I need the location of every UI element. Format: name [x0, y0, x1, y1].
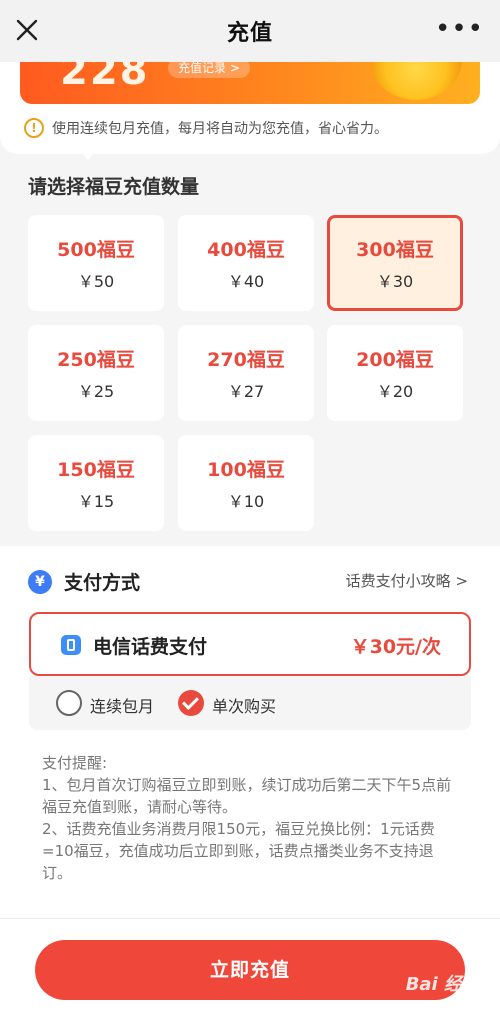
notes-title: 支付提醒: — [42, 754, 108, 772]
phone-bill-icon — [61, 635, 81, 655]
single-purchase-radio-checked[interactable] — [178, 690, 204, 716]
notes-line: 2、话费充值业务消费月限150元，福豆兑换比例：1元话费=10福豆，充值成功后立… — [42, 820, 435, 882]
tip-text: 使用连续包月充值，每月将自动为您充值，省心省力。 — [52, 121, 388, 137]
more-dots-icon[interactable]: ••• — [435, 16, 484, 42]
package-option[interactable]: 400福豆 ￥40 — [178, 215, 314, 311]
tooltip-notch — [80, 150, 96, 160]
package-name: 250福豆 — [57, 348, 135, 371]
package-name: 200福豆 — [356, 348, 434, 371]
close-icon[interactable] — [14, 17, 40, 43]
package-option[interactable]: 250福豆 ￥25 — [28, 325, 164, 421]
payment-header: ¥ 支付方式 — [28, 568, 140, 595]
payment-title: 支付方式 — [64, 572, 141, 594]
package-name: 500福豆 — [57, 238, 135, 261]
monthly-label[interactable]: 连续包月 — [90, 693, 154, 717]
package-section-title: 请选择福豆充值数量 — [28, 176, 200, 198]
package-option[interactable]: 270福豆 ￥27 — [178, 325, 314, 421]
payment-notes: 支付提醒: 1、包月首次订购福豆立即到账，续订成功后第二天下午5点前福豆充值到账… — [42, 752, 462, 884]
package-name: 400福豆 — [207, 238, 285, 261]
package-name: 100福豆 — [207, 458, 285, 481]
package-option[interactable]: 150福豆 ￥15 — [28, 435, 164, 531]
single-purchase-label[interactable]: 单次购买 — [212, 693, 276, 717]
payment-guide-link[interactable]: 话费支付小攻略 > — [346, 570, 468, 591]
payment-option-label: 电信话费支付 — [93, 636, 208, 658]
package-option[interactable]: 200福豆 ￥20 — [327, 325, 463, 421]
package-name: 150福豆 — [57, 458, 135, 481]
monthly-radio[interactable] — [56, 690, 82, 716]
package-price: ￥20 — [376, 381, 414, 401]
package-price: ￥30 — [376, 271, 414, 291]
page-title: 充值 — [226, 21, 273, 46]
banner-number: 228 — [60, 62, 150, 94]
package-price: ￥25 — [77, 381, 115, 401]
package-price: ￥10 — [227, 491, 265, 511]
package-option[interactable]: 100福豆 ￥10 — [178, 435, 314, 531]
exclamation-icon: ! — [24, 118, 44, 138]
auto-recharge-tip: ! 使用连续包月充值，每月将自动为您充值，省心省力。 — [24, 118, 388, 138]
yen-icon: ¥ — [28, 569, 52, 594]
package-name: 300福豆 — [356, 238, 434, 261]
package-price: ￥40 — [227, 271, 265, 291]
promo-banner[interactable]: 228 充值记录 > — [20, 62, 480, 104]
package-price: ￥27 — [227, 381, 265, 401]
coin-illustration — [370, 62, 462, 100]
notes-line: 1、包月首次订购福豆立即到账，续订成功后第二天下午5点前福豆充值到账，请耐心等待… — [42, 776, 452, 816]
package-option[interactable]: 500福豆 ￥50 — [28, 215, 164, 311]
package-price: ￥15 — [77, 491, 115, 511]
package-price: ￥50 — [77, 271, 115, 291]
payment-option-price: ￥30元/次 — [350, 636, 441, 658]
recharge-now-button[interactable]: 立即充值 — [35, 940, 465, 1000]
package-option-selected[interactable]: 300福豆 ￥30 — [327, 215, 463, 311]
nav-bar: 充值 ••• — [0, 0, 500, 62]
recharge-record-link[interactable]: 充值记录 > — [168, 62, 250, 78]
telecom-payment-option[interactable]: 电信话费支付 ￥30元/次 — [29, 612, 471, 676]
baidu-jingyan-watermark: Bai 经验 — [405, 974, 480, 995]
package-name: 270福豆 — [207, 348, 285, 371]
